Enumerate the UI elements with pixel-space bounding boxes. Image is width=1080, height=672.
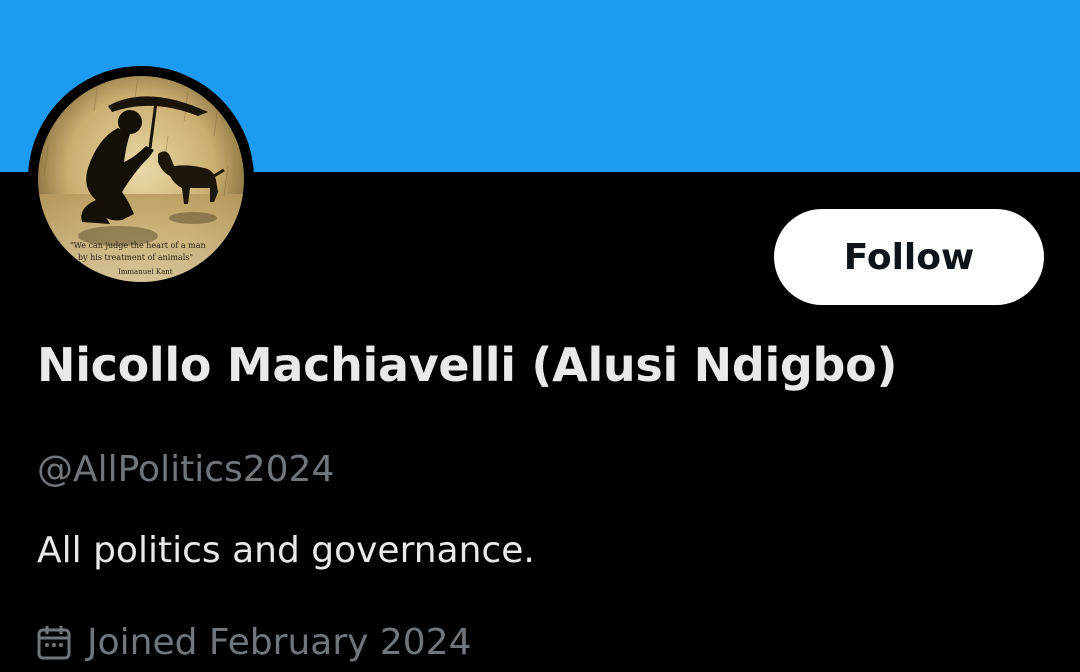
display-name: Nicollo Machiavelli (Alusi Ndigbo)	[37, 338, 898, 392]
avatar-caption-line-3: Immanuel Kant	[118, 268, 173, 276]
user-handle: @AllPolitics2024	[37, 449, 335, 490]
avatar-caption-line-1: "We can judge the heart of a man	[70, 241, 206, 250]
follow-button[interactable]: Follow	[774, 209, 1044, 305]
avatar-photo: "We can judge the heart of a man by his …	[38, 76, 244, 282]
joined-date-row: Joined February 2024	[37, 612, 472, 672]
avatar-caption-line-2: by his treatment of animals"	[78, 253, 193, 262]
profile-bio: All politics and governance.	[37, 530, 535, 571]
avatar[interactable]: "We can judge the heart of a man by his …	[38, 76, 244, 282]
joined-date: Joined February 2024	[87, 621, 472, 663]
calendar-icon	[37, 626, 71, 660]
